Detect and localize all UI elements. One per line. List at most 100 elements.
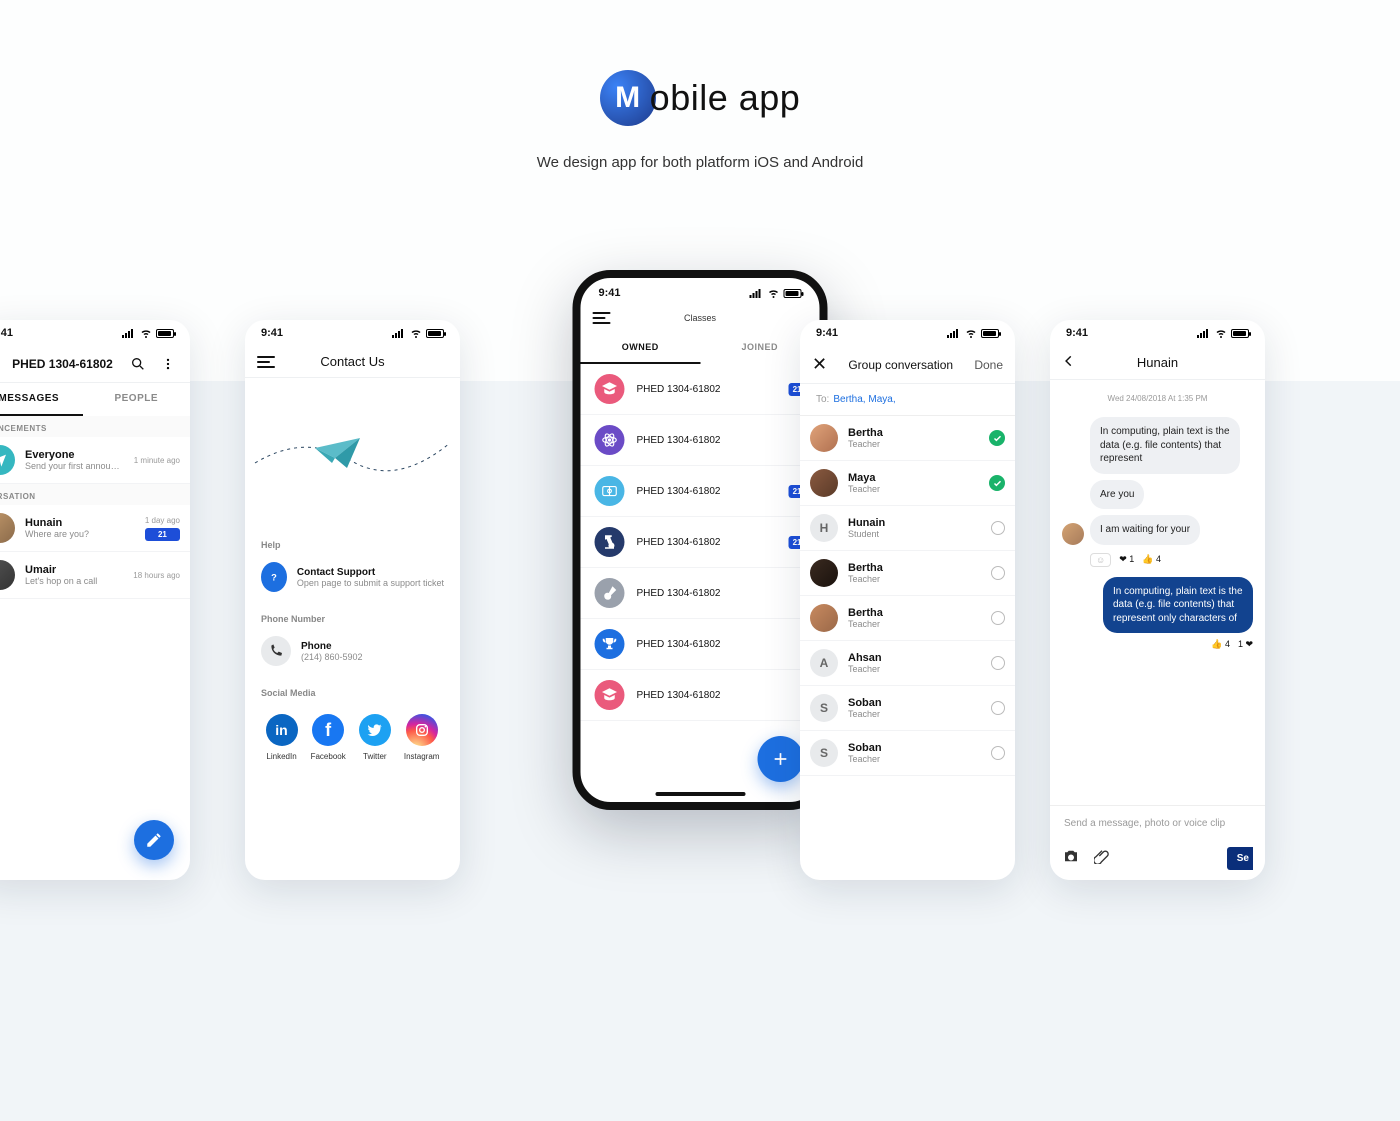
menu-icon[interactable] bbox=[257, 356, 275, 368]
instagram-button[interactable]: Instagram bbox=[404, 714, 440, 761]
person-row[interactable]: MayaTeacher bbox=[800, 461, 1015, 506]
radio-unchecked-icon bbox=[991, 746, 1005, 760]
chat-message-in: I am waiting for your bbox=[1090, 515, 1200, 545]
wifi-icon bbox=[140, 327, 152, 339]
chat-message-in: Are you bbox=[1090, 480, 1144, 510]
class-row[interactable]: PHED 1304-6180221 bbox=[581, 466, 820, 517]
recipients-field[interactable]: To:Bertha, Maya, bbox=[800, 384, 1015, 416]
done-button[interactable]: Done bbox=[974, 358, 1003, 372]
reactions[interactable]: 👍 41 ❤ bbox=[1062, 639, 1253, 650]
conversation-row[interactable]: UmairLet's hop on a call 18 hours ago bbox=[0, 552, 190, 599]
reactions[interactable]: ☺❤ 1👍 4 bbox=[1090, 553, 1240, 567]
screen-contact: 9:41 Contact Us Help ? Contact SupportOp… bbox=[245, 320, 460, 880]
person-row[interactable]: SSobanTeacher bbox=[800, 731, 1015, 776]
user-avatar: H bbox=[810, 514, 838, 542]
radio-unchecked-icon bbox=[991, 566, 1005, 580]
screen-messages: 9:41 PHED 1304-61802 MESSAGES PEOPLE OUN… bbox=[0, 320, 190, 880]
hero-subtitle: We design app for both platform iOS and … bbox=[0, 154, 1400, 171]
person-row[interactable]: AAhsanTeacher bbox=[800, 641, 1015, 686]
add-class-button[interactable] bbox=[758, 736, 804, 782]
user-avatar bbox=[0, 560, 15, 590]
selected-check-icon bbox=[989, 475, 1005, 491]
class-label: PHED 1304-61802 bbox=[637, 690, 806, 701]
class-label: PHED 1304-61802 bbox=[637, 588, 806, 599]
app-title: Classes bbox=[621, 313, 780, 323]
class-icon bbox=[595, 425, 625, 455]
screen-chat: 9:41 Hunain Wed 24/08/2018 At 1:35 PM In… bbox=[1050, 320, 1265, 880]
person-row[interactable]: HHunainStudent bbox=[800, 506, 1015, 551]
class-row[interactable]: PHED 1304-61802 bbox=[581, 619, 820, 670]
close-icon[interactable]: ✕ bbox=[812, 354, 827, 375]
phone-row[interactable]: Phone(214) 860-5902 bbox=[245, 630, 460, 676]
radio-unchecked-icon bbox=[991, 656, 1005, 670]
more-icon[interactable] bbox=[158, 354, 178, 374]
class-icon bbox=[595, 680, 625, 710]
brand-logo: M bbox=[600, 70, 656, 126]
section-conversation: VERSATION bbox=[0, 484, 190, 505]
user-avatar: A bbox=[810, 649, 838, 677]
attach-icon[interactable] bbox=[1094, 848, 1110, 869]
person-row[interactable]: BerthaTeacher bbox=[800, 416, 1015, 461]
menu-icon[interactable] bbox=[593, 312, 611, 324]
chat-title: Hunain bbox=[1086, 355, 1229, 370]
home-indicator bbox=[655, 792, 745, 796]
screen1-title: PHED 1304-61802 bbox=[7, 357, 118, 371]
twitter-button[interactable]: Twitter bbox=[359, 714, 391, 761]
phone-section-label: Phone Number bbox=[245, 602, 460, 630]
signal-icon bbox=[122, 329, 136, 338]
contact-support-row[interactable]: ? Contact SupportOpen page to submit a s… bbox=[245, 556, 460, 602]
search-icon[interactable] bbox=[128, 354, 148, 374]
class-icon bbox=[595, 527, 625, 557]
screen2-title: Contact Us bbox=[285, 354, 420, 369]
class-icon bbox=[595, 629, 625, 659]
class-row[interactable]: PHED 1304-61802 bbox=[581, 415, 820, 466]
chat-date: Wed 24/08/2018 At 1:35 PM bbox=[1050, 380, 1265, 417]
tab-people[interactable]: PEOPLE bbox=[83, 383, 191, 416]
conversation-row[interactable]: HunainWhere are you? 1 day ago21 bbox=[0, 505, 190, 552]
person-row[interactable]: BerthaTeacher bbox=[800, 551, 1015, 596]
class-icon bbox=[595, 374, 625, 404]
selected-check-icon bbox=[989, 430, 1005, 446]
person-row[interactable]: SSobanTeacher bbox=[800, 686, 1015, 731]
user-avatar bbox=[810, 559, 838, 587]
chat-message-in: In computing, plain text is the data (e.… bbox=[1090, 417, 1240, 474]
class-label: PHED 1304-61802 bbox=[637, 384, 777, 395]
class-row[interactable]: PHED 1304-61802 bbox=[581, 568, 820, 619]
social-section-label: Social Media bbox=[245, 676, 460, 704]
message-input[interactable]: Send a message, photo or voice clip bbox=[1050, 806, 1265, 841]
screen4-title: Group conversation bbox=[837, 358, 964, 372]
section-announcements: OUNCEMENTS bbox=[0, 416, 190, 437]
person-row[interactable]: BerthaTeacher bbox=[800, 596, 1015, 641]
radio-unchecked-icon bbox=[991, 701, 1005, 715]
tab-messages[interactable]: MESSAGES bbox=[0, 383, 83, 416]
camera-icon[interactable] bbox=[1062, 847, 1080, 870]
user-avatar: S bbox=[810, 739, 838, 767]
compose-button[interactable] bbox=[134, 820, 174, 860]
tab-owned[interactable]: OWNED bbox=[581, 332, 701, 364]
chat-avatar bbox=[1062, 523, 1084, 545]
user-avatar bbox=[810, 469, 838, 497]
user-avatar bbox=[0, 513, 15, 543]
paper-plane-illustration bbox=[245, 378, 460, 528]
class-icon bbox=[595, 578, 625, 608]
send-button[interactable]: Se bbox=[1227, 847, 1253, 870]
help-icon: ? bbox=[261, 562, 287, 592]
class-row[interactable]: PHED 1304-6180221 bbox=[581, 517, 820, 568]
class-label: PHED 1304-61802 bbox=[637, 639, 806, 650]
radio-unchecked-icon bbox=[991, 611, 1005, 625]
battery-icon bbox=[156, 329, 174, 338]
help-section-label: Help bbox=[245, 528, 460, 556]
back-icon[interactable] bbox=[1062, 354, 1076, 371]
conversation-row[interactable]: EveryoneSend your first annoucment 1 min… bbox=[0, 437, 190, 484]
screen-classes: 9:41 Classes OWNED JOINED PHED 1304-6180… bbox=[573, 270, 828, 810]
user-avatar: S bbox=[810, 694, 838, 722]
hero-title: obile app bbox=[650, 77, 801, 119]
user-avatar bbox=[810, 424, 838, 452]
linkedin-button[interactable]: inLinkedIn bbox=[266, 714, 298, 761]
facebook-button[interactable]: fFacebook bbox=[311, 714, 346, 761]
class-label: PHED 1304-61802 bbox=[637, 435, 806, 446]
class-row[interactable]: PHED 1304-6180221 bbox=[581, 364, 820, 415]
user-avatar bbox=[810, 604, 838, 632]
class-row[interactable]: PHED 1304-61802 bbox=[581, 670, 820, 721]
radio-unchecked-icon bbox=[991, 521, 1005, 535]
